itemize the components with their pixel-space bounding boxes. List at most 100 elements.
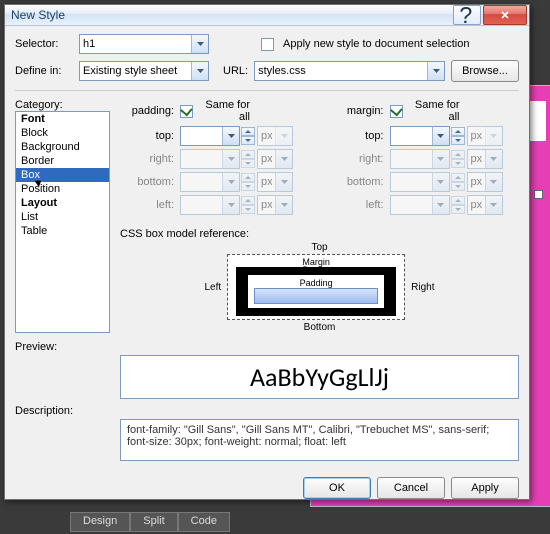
chevron-down-icon[interactable] — [191, 62, 208, 80]
category-item-box[interactable]: Box — [16, 168, 109, 182]
margin-right-unit — [467, 149, 503, 169]
chevron-down-icon — [485, 150, 502, 168]
chevron-down-icon[interactable] — [191, 35, 208, 53]
close-button[interactable] — [483, 5, 527, 25]
padding-label: padding: — [120, 105, 174, 117]
padding-right-unit — [257, 149, 293, 169]
margin-left-spinner — [451, 196, 465, 214]
view-tabs: Design Split Code — [70, 512, 230, 532]
preview-label: Preview: — [15, 341, 110, 353]
category-item-border[interactable]: Border — [16, 154, 109, 168]
margin-top-unit[interactable] — [467, 126, 503, 146]
titlebar[interactable]: New Style ? — [5, 5, 529, 26]
padding-group: padding: Same for all top: right: — [120, 99, 310, 218]
apply-button[interactable]: Apply — [451, 477, 519, 499]
chevron-down-icon[interactable] — [432, 127, 449, 145]
category-item-block[interactable]: Block — [16, 126, 109, 140]
margin-top-row: top: — [330, 126, 520, 146]
apply-new-style-label: Apply new style to document selection — [283, 38, 470, 50]
bm-left-label: Left — [205, 282, 222, 293]
chevron-down-icon — [222, 173, 239, 191]
margin-right-spinner — [451, 150, 465, 168]
url-combo[interactable] — [254, 61, 445, 81]
padding-bottom-unit — [257, 172, 293, 192]
margin-bottom-spinner — [451, 173, 465, 191]
margin-right-row: right: — [330, 149, 520, 169]
chevron-down-icon — [222, 196, 239, 214]
box-model-reference: CSS box model reference: Top Left Margin… — [120, 228, 519, 333]
box-model-caption: CSS box model reference: — [120, 228, 519, 240]
padding-bottom-spinner — [241, 173, 255, 191]
chevron-down-icon — [485, 173, 502, 191]
bm-padding: Padding — [248, 275, 384, 308]
category-item-layout[interactable]: Layout — [16, 196, 109, 210]
margin-group: margin: Same for all top: right: — [330, 99, 520, 218]
selector-label: Selector: — [15, 38, 73, 50]
chevron-down-icon — [275, 173, 292, 191]
define-in-label: Define in: — [15, 65, 73, 77]
chevron-down-icon[interactable] — [222, 127, 239, 145]
selector-combo[interactable] — [79, 34, 209, 54]
padding-top-unit[interactable] — [257, 126, 293, 146]
browse-button[interactable]: Browse... — [451, 60, 519, 82]
padding-right-input — [180, 149, 240, 169]
margin-bottom-input — [390, 172, 450, 192]
padding-left-row: left: — [120, 195, 310, 215]
padding-right-row: right: — [120, 149, 310, 169]
margin-right-input — [390, 149, 450, 169]
chevron-down-icon — [432, 150, 449, 168]
category-item-table[interactable]: Table — [16, 224, 109, 238]
chevron-down-icon[interactable] — [427, 62, 444, 80]
description-box: font-family: "Gill Sans", "Gill Sans MT"… — [120, 419, 519, 461]
margin-left-input — [390, 195, 450, 215]
tab-split[interactable]: Split — [130, 512, 177, 532]
category-label: Category: — [15, 99, 110, 111]
margin-top-spinner[interactable] — [451, 127, 465, 145]
padding-bottom-row: bottom: — [120, 172, 310, 192]
ok-button[interactable]: OK — [303, 477, 371, 499]
bm-margin: Margin Border Padding — [227, 254, 405, 320]
margin-bottom-row: bottom: — [330, 172, 520, 192]
bm-bottom-label: Bottom — [205, 322, 435, 333]
chevron-down-icon — [432, 173, 449, 191]
bm-right-label: Right — [411, 282, 434, 293]
help-button[interactable]: ? — [453, 5, 481, 25]
url-label: URL: — [223, 65, 248, 77]
category-item-position[interactable]: Position — [16, 182, 109, 196]
padding-top-input[interactable] — [180, 126, 240, 146]
margin-top-input[interactable] — [390, 126, 450, 146]
bm-border: Border Padding — [236, 267, 396, 316]
padding-same-checkbox[interactable] — [180, 105, 193, 118]
preview-box: AaBbYyGgLlJj — [120, 355, 519, 399]
chevron-down-icon — [432, 196, 449, 214]
padding-left-unit — [257, 195, 293, 215]
padding-left-spinner — [241, 196, 255, 214]
margin-left-unit — [467, 195, 503, 215]
chevron-down-icon — [485, 196, 502, 214]
chevron-down-icon — [275, 150, 292, 168]
category-item-list[interactable]: List — [16, 210, 109, 224]
margin-same-label: Same for all — [406, 99, 460, 123]
category-list[interactable]: Font Block Background Border Box Positio… — [15, 111, 110, 333]
margin-same-checkbox[interactable] — [390, 105, 403, 118]
padding-top-spinner[interactable] — [241, 127, 255, 145]
selector-input[interactable] — [80, 35, 191, 53]
category-item-font[interactable]: Font — [16, 112, 109, 126]
chevron-down-icon — [275, 196, 292, 214]
tab-design[interactable]: Design — [70, 512, 130, 532]
bm-top-label: Top — [205, 242, 435, 253]
margin-bottom-unit — [467, 172, 503, 192]
padding-top-row: top: — [120, 126, 310, 146]
padding-left-input — [180, 195, 240, 215]
apply-new-style-checkbox[interactable] — [261, 38, 274, 51]
tab-code[interactable]: Code — [178, 512, 230, 532]
padding-same-label: Same for all — [196, 99, 250, 123]
chevron-down-icon — [275, 127, 292, 145]
selection-handle[interactable] — [534, 190, 543, 199]
cancel-button[interactable]: Cancel — [377, 477, 445, 499]
url-input[interactable] — [255, 62, 427, 80]
define-in-input[interactable] — [80, 62, 191, 80]
define-in-combo[interactable] — [79, 61, 209, 81]
category-item-background[interactable]: Background — [16, 140, 109, 154]
description-label: Description: — [15, 405, 110, 417]
